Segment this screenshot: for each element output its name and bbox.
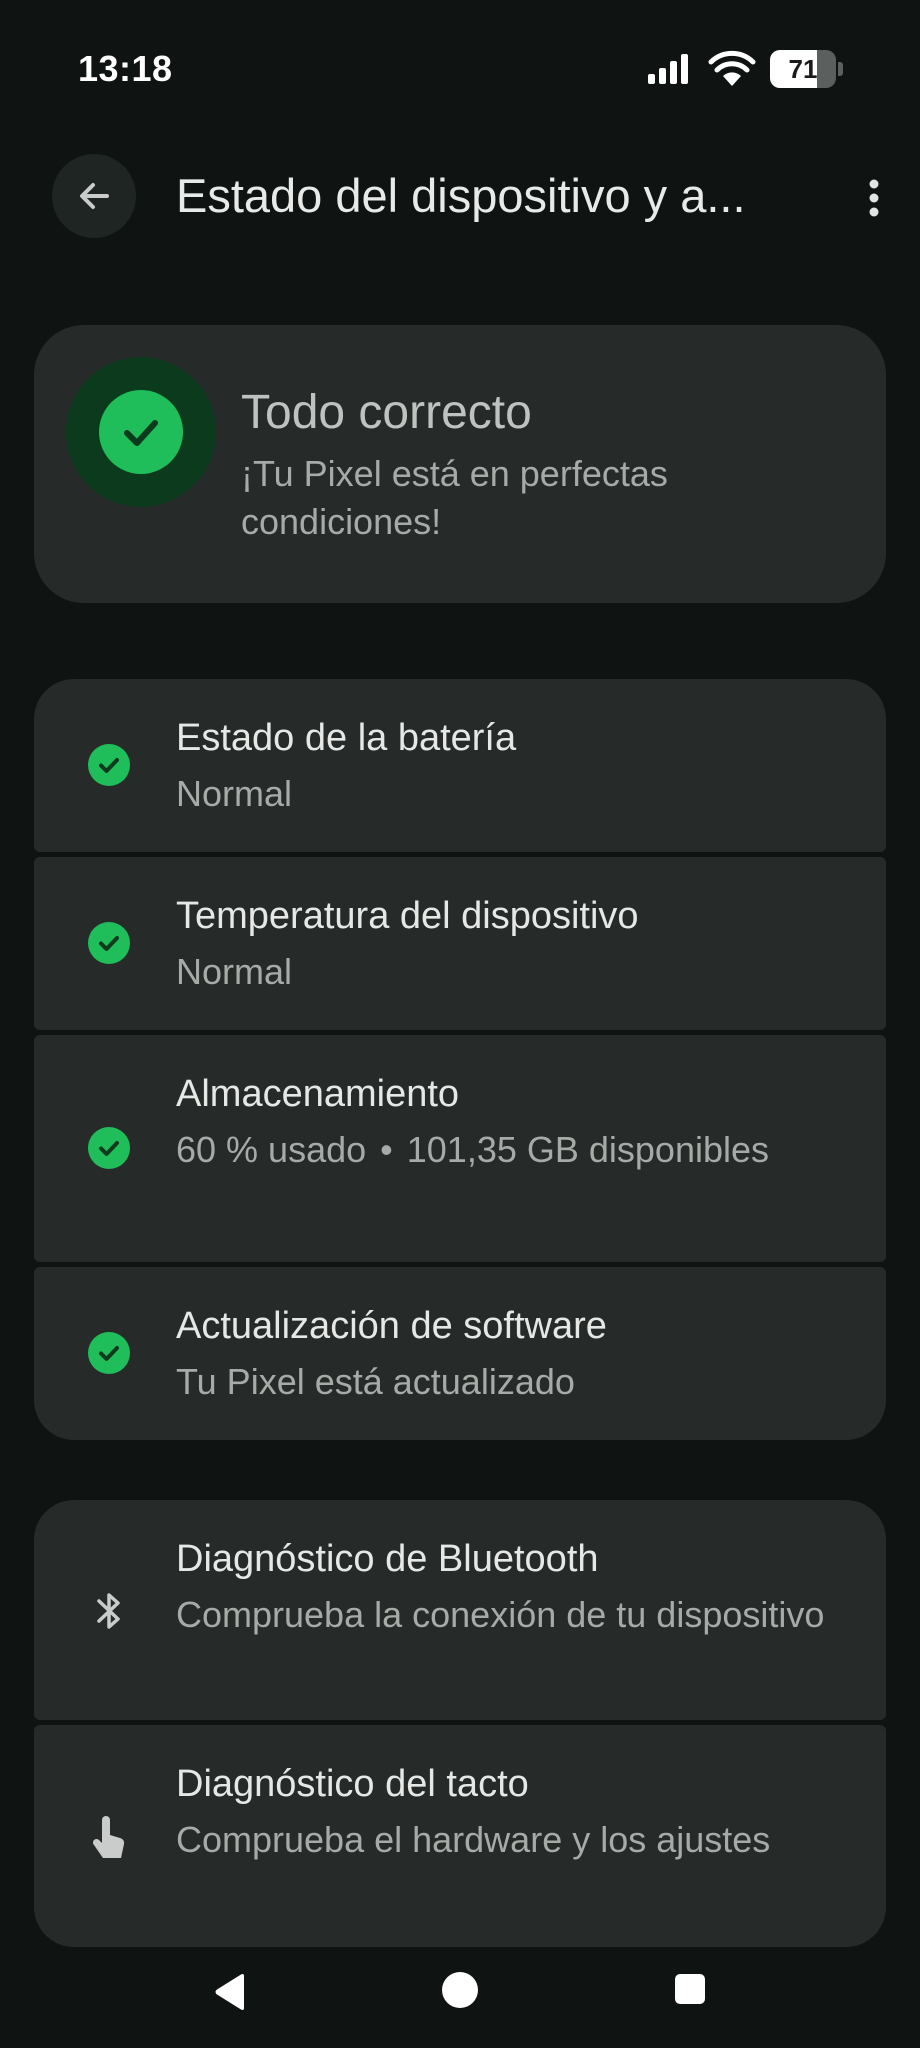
software-update-status-item[interactable]: Actualización de software Tu Pixel está … — [34, 1267, 886, 1440]
item-subtitle: Normal — [176, 951, 293, 992]
more-options-button[interactable] — [852, 170, 896, 226]
check-circle-icon — [86, 920, 132, 966]
status-clock: 13:18 — [78, 48, 173, 89]
page-title: Estado del dispositivo y a... — [176, 169, 746, 222]
battery-nub — [838, 62, 843, 76]
item-title: Almacenamiento — [176, 1073, 460, 1115]
touch-icon — [86, 1815, 132, 1861]
wifi-icon — [708, 50, 756, 86]
bluetooth-diagnostic-item[interactable]: Diagnóstico de Bluetooth Comprueba la co… — [34, 1500, 886, 1720]
item-subtitle: 60 % usado • 101,35 GB disponibles — [176, 1125, 836, 1174]
item-title: Diagnóstico de Bluetooth — [176, 1538, 599, 1580]
summary-card: Todo correcto ¡Tu Pixel está en perfecta… — [34, 325, 886, 603]
separator-dot: • — [380, 1129, 393, 1170]
item-subtitle: Tu Pixel está actualizado — [176, 1361, 575, 1402]
top-app-bar: Estado del dispositivo y a... — [0, 150, 920, 246]
summary-title: Todo correcto — [241, 386, 532, 439]
check-mark — [124, 420, 158, 446]
signal-icon — [648, 54, 688, 84]
nav-recents-icon[interactable] — [675, 1974, 705, 2004]
battery-level: 71 — [788, 54, 818, 84]
storage-free: 101,35 GB disponibles — [406, 1129, 770, 1170]
battery-body: 71 — [770, 50, 836, 88]
item-subtitle: Comprueba el hardware y los ajustes — [176, 1819, 771, 1860]
check-circle-icon — [86, 742, 132, 788]
device-health-screen: 13:18 71 Estado del dispositivo y a... T… — [0, 0, 920, 2048]
item-title: Diagnóstico del tacto — [176, 1763, 529, 1805]
storage-used: 60 % usado — [176, 1129, 367, 1170]
check-circle-icon — [86, 1330, 132, 1376]
arrow-back-icon — [80, 183, 109, 209]
item-title: Actualización de software — [176, 1305, 607, 1347]
item-subtitle: Comprueba la conexión de tu dispositivo — [176, 1594, 825, 1635]
status-bar: 13:18 71 — [0, 0, 920, 130]
more-vert-icon — [869, 179, 879, 217]
battery-icon: 71 — [770, 50, 844, 88]
summary-badge — [66, 357, 216, 507]
navigation-bar — [0, 1950, 920, 2048]
back-button[interactable] — [52, 154, 136, 238]
item-subtitle: Normal — [176, 773, 293, 814]
battery-status-item[interactable]: Estado de la batería Normal — [34, 679, 886, 852]
temperature-status-item[interactable]: Temperatura del dispositivo Normal — [34, 857, 886, 1030]
summary-subtitle: ¡Tu Pixel está en perfectas condiciones! — [241, 453, 668, 542]
item-title: Estado de la batería — [176, 717, 517, 759]
bluetooth-icon — [86, 1588, 132, 1634]
nav-home-icon[interactable] — [442, 1972, 478, 2008]
nav-back-icon[interactable] — [212, 1972, 248, 2012]
touch-diagnostic-item[interactable]: Diagnóstico del tacto Comprueba el hardw… — [34, 1725, 886, 1947]
check-circle-icon — [86, 1125, 132, 1171]
storage-status-item[interactable]: Almacenamiento 60 % usado • 101,35 GB disp… — [34, 1035, 886, 1262]
item-title: Temperatura del dispositivo — [176, 895, 639, 937]
check-circle-icon — [99, 390, 183, 474]
